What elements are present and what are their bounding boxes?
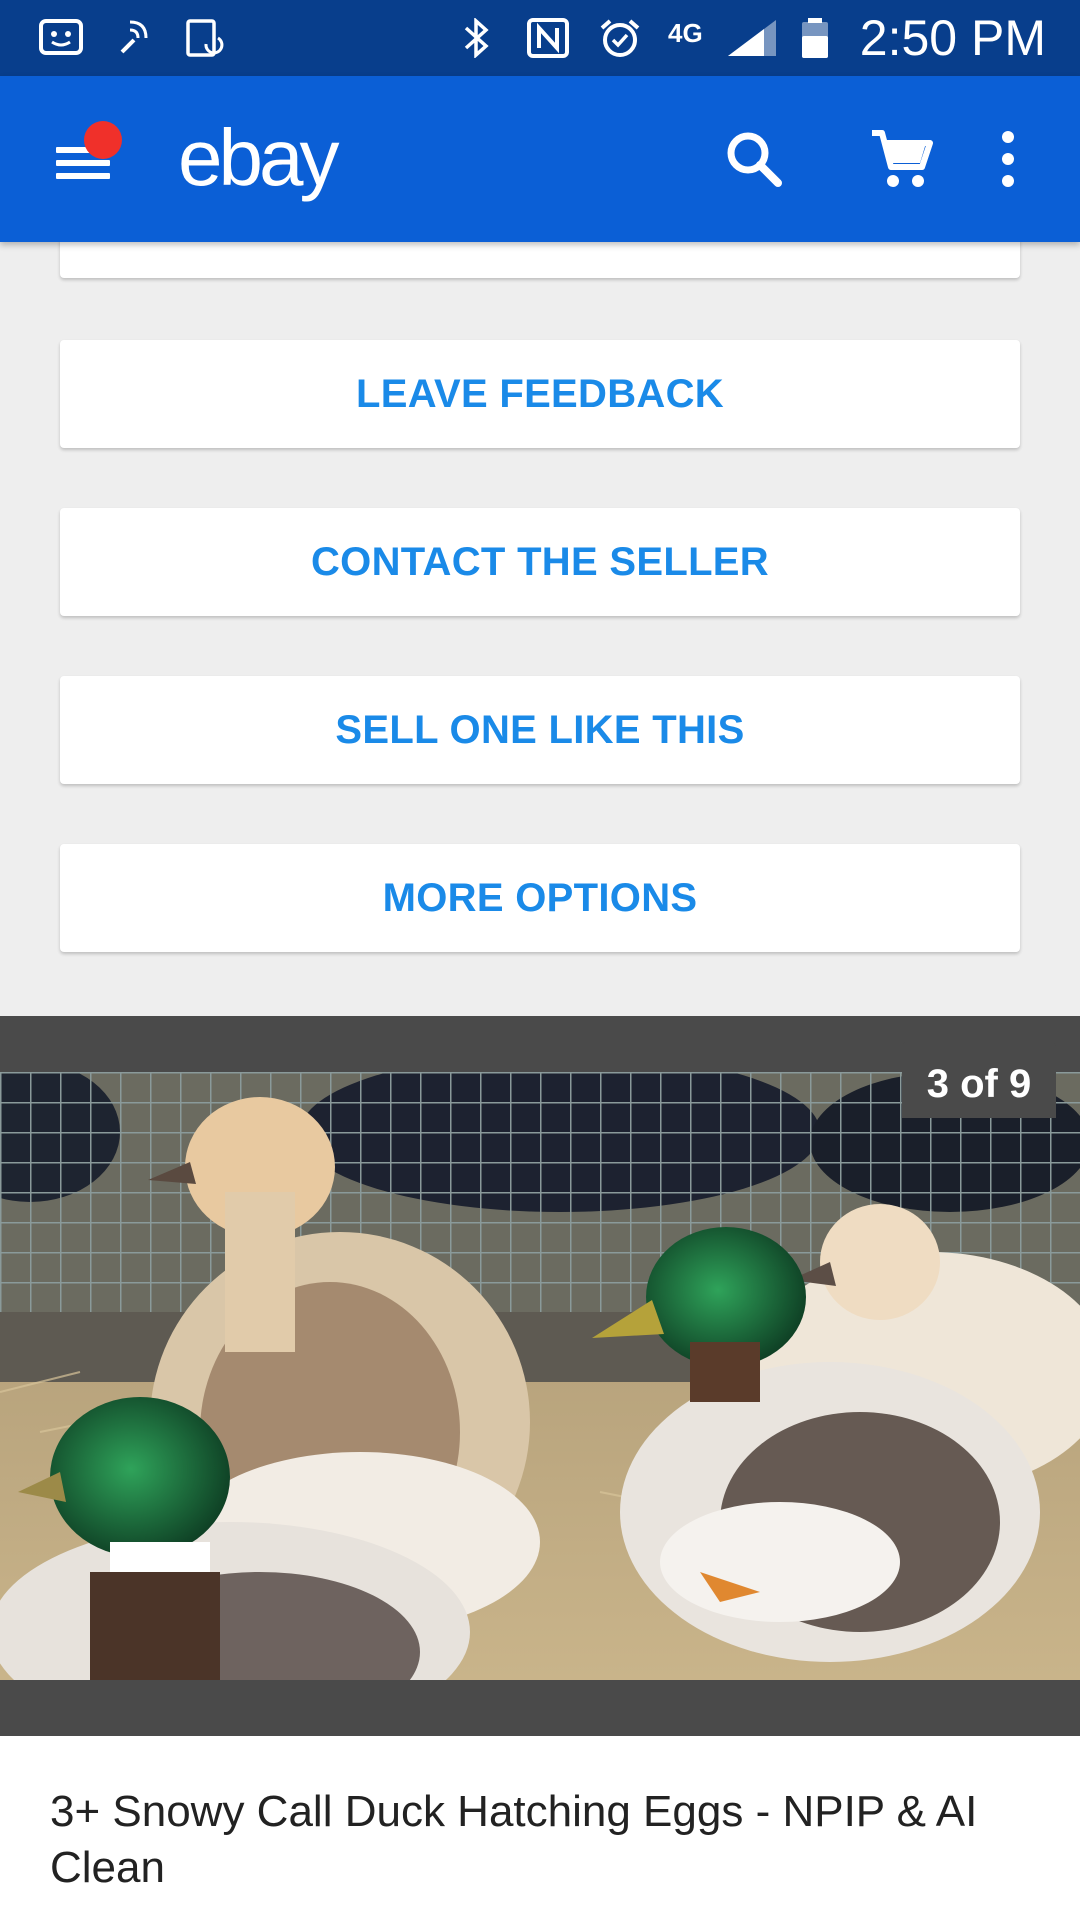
contact-seller-label: CONTACT THE SELLER bbox=[311, 539, 769, 584]
leave-feedback-label: LEAVE FEEDBACK bbox=[356, 371, 724, 416]
sell-one-like-this-label: SELL ONE LIKE THIS bbox=[335, 707, 745, 752]
image-gallery[interactable]: 3 of 9 bbox=[0, 1016, 1080, 1736]
cart-button[interactable] bbox=[860, 119, 940, 199]
ebay-logo[interactable]: ebay bbox=[178, 110, 339, 206]
ducks-photo bbox=[0, 1072, 1080, 1680]
bluetooth-icon bbox=[464, 18, 489, 58]
lte-icon: 4G bbox=[668, 18, 703, 48]
status-time: 2:50 PM bbox=[859, 10, 1046, 66]
battery-icon bbox=[802, 18, 828, 58]
more-options-button[interactable]: MORE OPTIONS bbox=[60, 844, 1020, 952]
sell-one-like-this-button[interactable]: SELL ONE LIKE THIS bbox=[60, 676, 1020, 784]
contact-seller-button[interactable]: CONTACT THE SELLER bbox=[60, 508, 1020, 616]
screen-rotate-icon bbox=[186, 19, 224, 57]
nfc-icon bbox=[527, 18, 569, 58]
leave-feedback-button[interactable]: LEAVE FEEDBACK bbox=[60, 340, 1020, 448]
listing-title: 3+ Snowy Call Duck Hatching Eggs - NPIP … bbox=[50, 1787, 978, 1892]
app-bar: ebay bbox=[0, 76, 1080, 242]
search-icon bbox=[727, 132, 782, 187]
notification-badge bbox=[84, 121, 122, 159]
listing-title-section: 3+ Snowy Call Duck Hatching Eggs - NPIP … bbox=[0, 1736, 1080, 1920]
status-bar: 4G 2:50 PM bbox=[0, 0, 1080, 76]
nfc-tap-icon bbox=[120, 20, 148, 54]
more-options-label: MORE OPTIONS bbox=[382, 875, 698, 920]
cart-icon bbox=[872, 130, 933, 187]
more-vert-icon bbox=[1002, 131, 1014, 187]
signal-icon bbox=[728, 20, 776, 56]
listing-photo[interactable] bbox=[0, 1072, 1080, 1680]
image-counter: 3 of 9 bbox=[902, 1040, 1056, 1118]
menu-button[interactable] bbox=[40, 121, 130, 197]
alarm-icon bbox=[600, 19, 640, 57]
overflow-menu-button[interactable] bbox=[968, 119, 1048, 199]
messenger-icon bbox=[39, 19, 83, 55]
search-button[interactable] bbox=[714, 119, 794, 199]
